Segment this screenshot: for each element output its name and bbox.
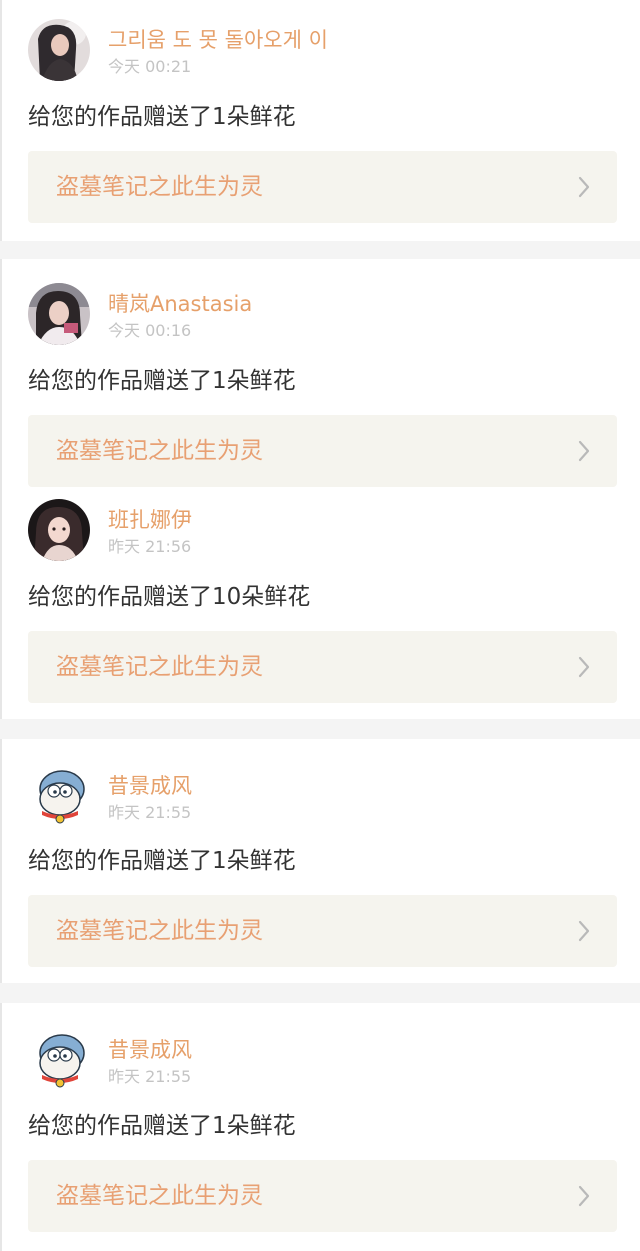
timestamp: 昨天 21:55 bbox=[108, 803, 192, 822]
gift-message: 给您的作品赠送了10朵鲜花 bbox=[28, 584, 311, 610]
gift-message: 给您的作品赠送了1朵鲜花 bbox=[28, 368, 296, 394]
chevron-right-icon bbox=[578, 176, 590, 198]
avatar[interactable] bbox=[28, 1029, 90, 1091]
timestamp: 昨天 21:55 bbox=[108, 1067, 192, 1086]
username[interactable]: 班扎娜伊 bbox=[108, 507, 192, 533]
username[interactable]: 晴岚Anastasia bbox=[108, 291, 252, 317]
avatar-image bbox=[28, 1029, 90, 1091]
work-link[interactable]: 盗墓笔记之此生为灵 bbox=[28, 895, 617, 967]
work-title: 盗墓笔记之此生为灵 bbox=[56, 918, 263, 944]
username[interactable]: 昔景成风 bbox=[108, 773, 192, 799]
avatar-image bbox=[28, 19, 90, 81]
work-link[interactable]: 盗墓笔记之此生为灵 bbox=[28, 1160, 617, 1232]
work-link[interactable]: 盗墓笔记之此生为灵 bbox=[28, 415, 617, 487]
work-title: 盗墓笔记之此生为灵 bbox=[56, 1183, 263, 1209]
work-title: 盗墓笔记之此生为灵 bbox=[56, 174, 263, 200]
timestamp: 昨天 21:56 bbox=[108, 537, 192, 556]
chevron-right-icon bbox=[578, 656, 590, 678]
avatar-image bbox=[28, 283, 90, 345]
avatar-image bbox=[28, 499, 90, 561]
username[interactable]: 昔景成风 bbox=[108, 1037, 192, 1063]
avatar[interactable] bbox=[28, 283, 90, 345]
notification-card: 昔景成风 昨天 21:55 给您的作品赠送了1朵鲜花 盗墓笔记之此生为灵 bbox=[0, 739, 640, 983]
timestamp: 今天 00:21 bbox=[108, 57, 192, 76]
chevron-right-icon bbox=[578, 920, 590, 942]
avatar[interactable] bbox=[28, 19, 90, 81]
gift-message: 给您的作品赠送了1朵鲜花 bbox=[28, 104, 296, 130]
avatar[interactable] bbox=[28, 499, 90, 561]
gift-message: 给您的作品赠送了1朵鲜花 bbox=[28, 848, 296, 874]
username[interactable]: 그리움 도 못 돌아오게 이 bbox=[108, 27, 328, 53]
notification-card: 晴岚Anastasia 今天 00:16 给您的作品赠送了1朵鲜花 盗墓笔记之此… bbox=[0, 259, 640, 719]
notification-feed: 그리움 도 못 돌아오게 이 今天 00:21 给您的作品赠送了1朵鲜花 盗墓笔… bbox=[0, 0, 640, 1251]
work-title: 盗墓笔记之此生为灵 bbox=[56, 438, 263, 464]
avatar[interactable] bbox=[28, 765, 90, 827]
work-link[interactable]: 盗墓笔记之此生为灵 bbox=[28, 151, 617, 223]
work-title: 盗墓笔记之此生为灵 bbox=[56, 654, 263, 680]
notification-card: 그리움 도 못 돌아오게 이 今天 00:21 给您的作品赠送了1朵鲜花 盗墓笔… bbox=[0, 0, 640, 241]
notification-card: 昔景成风 昨天 21:55 给您的作品赠送了1朵鲜花 盗墓笔记之此生为灵 bbox=[0, 1003, 640, 1251]
chevron-right-icon bbox=[578, 1185, 590, 1207]
avatar-image bbox=[28, 765, 90, 827]
timestamp: 今天 00:16 bbox=[108, 321, 192, 340]
gift-message: 给您的作品赠送了1朵鲜花 bbox=[28, 1113, 296, 1139]
work-link[interactable]: 盗墓笔记之此生为灵 bbox=[28, 631, 617, 703]
chevron-right-icon bbox=[578, 440, 590, 462]
